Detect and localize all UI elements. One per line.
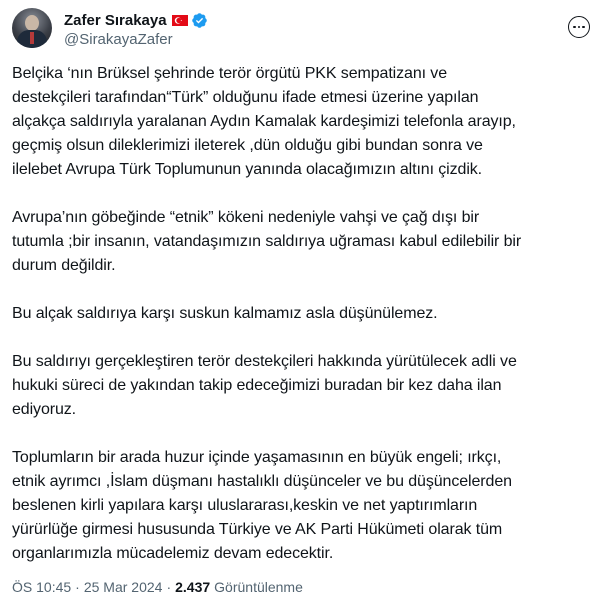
tweet-line: Avrupa’nın göbeğinde “etnik” kökeni nede… xyxy=(12,209,480,226)
avatar-tie xyxy=(30,32,34,44)
views-label: Görüntülenme xyxy=(214,579,303,595)
tweet-meta: ÖS 10:45 · 25 Mar 2024 · 2.437 Görüntüle… xyxy=(12,579,303,595)
tweet-date[interactable]: 25 Mar 2024 xyxy=(84,579,163,595)
turkey-flag-icon xyxy=(171,14,188,26)
views-count: 2.437 xyxy=(175,579,211,595)
tweet-line: yürürlüğe girmesi hususunda Türkiye ve A… xyxy=(12,521,503,538)
tweet-line: durum değildir. xyxy=(12,257,116,274)
more-dot xyxy=(577,25,581,29)
tweet-line: ilelebet Avrupa Türk Toplumunun yanında … xyxy=(12,161,483,178)
author-handle[interactable]: @SirakayaZafer xyxy=(64,31,208,48)
tweet-text: Belçika ‘nın Brüksel şehrinde terör örgü… xyxy=(12,62,592,566)
tweet-line: Toplumların bir arada huzur içinde yaşam… xyxy=(12,449,502,466)
tweet-paragraph: Avrupa’nın göbeğinde “etnik” kökeni nede… xyxy=(12,206,592,278)
verified-badge-icon[interactable] xyxy=(191,12,208,29)
tweet-line: Bu saldırıyı gerçekleştiren terör destek… xyxy=(12,353,517,370)
tweet-line: geçmiş olsun dileklerimizi ileterek ,dün… xyxy=(12,137,483,154)
author-names: Zafer Sırakaya @SirakayaZafer xyxy=(64,10,208,48)
tweet-line: Bu alçak saldırıya karşı suskun kalmamız… xyxy=(12,305,438,322)
tweet-paragraph: Toplumların bir arada huzur içinde yaşam… xyxy=(12,446,592,566)
meta-separator: · xyxy=(75,579,80,595)
tweet-time[interactable]: ÖS 10:45 xyxy=(12,579,71,595)
tweet-paragraph: Bu saldırıyı gerçekleştiren terör destek… xyxy=(12,350,592,422)
tweet-paragraph: Belçika ‘nın Brüksel şehrinde terör örgü… xyxy=(12,62,592,182)
tweet-line: ediyoruz. xyxy=(12,401,77,418)
tweet-line: etnik ayrımcı ,İslam düşmanı hastalıklı … xyxy=(12,473,512,490)
display-name-row: Zafer Sırakaya xyxy=(64,10,208,30)
more-dot xyxy=(573,25,576,29)
tweet-paragraph: Bu alçak saldırıya karşı suskun kalmamız… xyxy=(12,302,592,326)
more-options-icon[interactable] xyxy=(568,16,590,38)
tweet-line: destekçileri tarafından“Türk” olduğunu i… xyxy=(12,89,479,106)
tweet-line: Belçika ‘nın Brüksel şehrinde terör örgü… xyxy=(12,65,448,82)
tweet-line: hukuki süreci de yakından takip edeceğim… xyxy=(12,377,502,394)
more-dot xyxy=(582,25,585,29)
tweet-header: Zafer Sırakaya @SirakayaZafer xyxy=(12,8,590,52)
meta-separator: · xyxy=(166,579,172,595)
tweet-line: organlarımızla mücadelemiz devam edecekt… xyxy=(12,545,334,562)
avatar-head xyxy=(25,15,39,31)
display-name[interactable]: Zafer Sırakaya xyxy=(64,12,167,29)
tweet-line: tutumla ;bir insanın, vatandaşımızın sal… xyxy=(12,233,522,250)
tweet-line: alçakça saldırıyla yaralanan Aydın Kamal… xyxy=(12,113,516,130)
avatar[interactable] xyxy=(12,8,52,48)
tweet-card: Zafer Sırakaya @SirakayaZafer Belçika ‘n… xyxy=(0,0,604,612)
tweet-line: beslenen kirli yapılara karşı uluslarara… xyxy=(12,497,478,514)
